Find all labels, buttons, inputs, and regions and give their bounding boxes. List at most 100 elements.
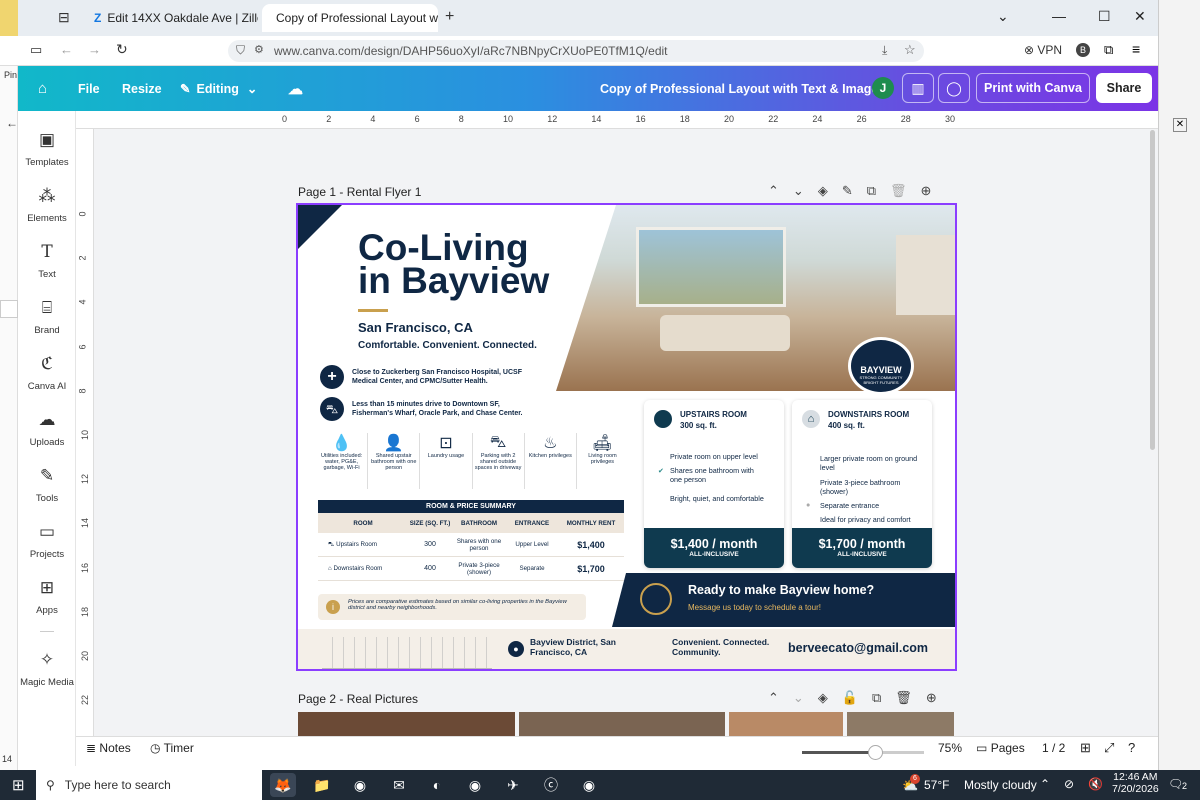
close-icon[interactable]: ✕ [1173, 118, 1187, 132]
rail-text[interactable]: T Text [18, 241, 76, 280]
add-page-icon[interactable]: ⊕ [921, 183, 932, 199]
insights-icon[interactable]: ▥ [902, 73, 934, 103]
amenity-kitchen[interactable]: ♨ Kitchen privileges [525, 433, 577, 489]
chrome-icon[interactable]: ◉ [347, 773, 373, 797]
amenity-utilities[interactable]: 💧 Utilities included: water, PG&E, garbag… [316, 433, 369, 489]
rail-magic-media[interactable]: ✧ Magic Media [18, 649, 76, 688]
amenity-laundry[interactable]: ⊡ Laundry usage [420, 433, 473, 489]
clock[interactable]: 12:46 AM 7/20/2026 [1112, 771, 1159, 795]
rail-brand[interactable]: ⌸ Brand [18, 297, 76, 336]
amenity-living[interactable]: 🛋 Living room privileges [577, 433, 628, 489]
footer-motto[interactable]: Convenient. Connected. Community. [672, 637, 784, 657]
profile-avatar[interactable]: B [1076, 43, 1090, 57]
delete-page-icon[interactable]: 🗑 [890, 183, 907, 199]
hide-page-icon[interactable]: ◈ [818, 690, 828, 706]
firefox-icon[interactable]: 🦊 [270, 773, 296, 797]
rail-uploads[interactable]: ☁ Uploads [18, 409, 76, 448]
cloud-saved-icon[interactable]: ☁ [288, 66, 303, 111]
weather-text[interactable]: Mostly cloudy [964, 778, 1037, 792]
volume-icon[interactable]: 🔇 [1088, 777, 1103, 791]
duplicate-page-icon[interactable]: ⧉ [867, 183, 876, 199]
maps-icon[interactable]: ✈ [500, 773, 526, 797]
rail-tools[interactable]: ✎ Tools [18, 465, 76, 504]
notes-icon[interactable]: ✎ [842, 183, 853, 199]
outlook-icon[interactable]: ✉ [386, 773, 412, 797]
design-page-2[interactable] [298, 712, 954, 736]
editing-mode-button[interactable]: ✎ Editing ⌄ [180, 66, 257, 111]
chevron-down-icon[interactable]: ⌄ [793, 690, 804, 706]
chevron-down-icon[interactable]: ⌄ [793, 183, 804, 199]
forward-icon[interactable]: → [88, 42, 101, 57]
vertical-scrollbar[interactable] [1150, 130, 1155, 450]
upstairs-room-card[interactable]: UPSTAIRS ROOM 300 sq. ft. Private room o… [644, 400, 784, 568]
zoom-value[interactable]: 75% [938, 741, 962, 755]
collaborator-avatar[interactable]: J [872, 77, 894, 99]
rail-apps[interactable]: ⊞ Apps [18, 577, 76, 616]
maximize-icon[interactable]: ☐ [1098, 8, 1111, 25]
print-with-canva-button[interactable]: Print with Canva [976, 73, 1090, 103]
chevron-down-icon[interactable]: ⌄ [997, 8, 1009, 25]
resize-button[interactable]: Resize [122, 66, 162, 111]
canva-app-icon[interactable]: ⓒ [538, 773, 564, 797]
windows-start-icon[interactable]: ⊞ [12, 776, 25, 794]
delete-page-icon[interactable]: 🗑 [895, 690, 912, 706]
amenity-parking[interactable]: ⛍ Parking with 2 shared outside spaces in… [473, 433, 525, 489]
duplicate-page-icon[interactable]: ⧉ [872, 690, 881, 706]
flyer-title[interactable]: Co-Living in Bayview [358, 229, 549, 299]
page-2-label[interactable]: Page 2 - Real Pictures [298, 692, 418, 706]
download-icon[interactable]: ⤓ [882, 43, 887, 58]
feature-downtown[interactable]: Less than 15 minutes drive to Downtown S… [352, 400, 542, 418]
vpn-button[interactable]: ⊗ VPN [1024, 43, 1062, 57]
tab-canva[interactable]: Copy of Professional Layout wit ✕ [262, 4, 438, 32]
menu-icon[interactable]: ≡ [1132, 41, 1140, 57]
downstairs-room-card[interactable]: ⌂ DOWNSTAIRS ROOM 400 sq. ft. Larger pri… [792, 400, 932, 568]
back-icon[interactable]: ← [60, 42, 73, 57]
zoom-slider-thumb[interactable] [868, 745, 884, 760]
file-explorer-icon[interactable]: 📁 [309, 773, 335, 797]
lock-icon[interactable]: 🔓 [842, 690, 858, 706]
tab-zillow[interactable]: Z Edit 14XX Oakdale Ave | Zillow R ✕ [86, 4, 258, 32]
chevron-up-icon[interactable]: ⌃ [768, 690, 779, 706]
page-count[interactable]: 1 / 2 [1042, 741, 1065, 755]
cta-banner[interactable]: Ready to make Bayview home? Message us t… [612, 573, 955, 627]
edge-icon[interactable]: ◐ [424, 773, 450, 797]
footer-location[interactable]: Bayview District, San Francisco, CA [530, 637, 620, 657]
chrome-icon[interactable]: ◉ [462, 773, 488, 797]
comment-icon[interactable]: ◯ [938, 73, 970, 103]
reload-icon[interactable]: ↻ [116, 41, 128, 58]
document-title[interactable]: Copy of Professional Layout with Text & … [600, 66, 885, 111]
add-page-icon[interactable]: ⊕ [926, 690, 937, 706]
star-icon[interactable]: ☆ [904, 42, 916, 58]
minimize-icon[interactable]: — [1052, 8, 1066, 24]
city-text[interactable]: San Francisco, CA [358, 320, 473, 335]
rail-templates[interactable]: ▣ Templates [18, 129, 76, 168]
home-icon[interactable]: ⌂ [38, 66, 47, 111]
share-button[interactable]: Share [1096, 73, 1152, 103]
back-arrow-icon[interactable]: ← [6, 116, 18, 130]
new-tab-icon[interactable]: + [445, 8, 454, 26]
timer-button[interactable]: ◷ Timer [150, 741, 194, 755]
weather-temp[interactable]: 57°F [924, 778, 949, 792]
design-page-1[interactable]: BAYVIEW STRONG COMMUNITY BRIGHT FUTURES … [296, 203, 957, 671]
rail-canva-ai[interactable]: ℭ Canva AI [18, 353, 76, 392]
footer-email[interactable]: berveecato@gmail.com [788, 641, 928, 655]
feature-hospitals[interactable]: Close to Zuckerberg San Francisco Hospit… [352, 368, 542, 386]
grid-view-icon[interactable]: ⊞ [1080, 740, 1091, 756]
file-menu[interactable]: File [78, 66, 100, 111]
close-window-icon[interactable]: ✕ [1134, 8, 1146, 25]
rail-projects[interactable]: ▭ Projects [18, 521, 76, 560]
price-note-box[interactable]: i Prices are comparative estimates based… [318, 594, 586, 620]
fullscreen-icon[interactable]: ⤢ [1104, 740, 1114, 756]
sidebar-icon[interactable]: ▭ [30, 42, 42, 58]
extensions-icon[interactable]: ⧉ [1104, 42, 1113, 58]
notifications-icon[interactable]: 🗨 [1168, 777, 1183, 791]
url-field[interactable]: ⛉ ⚙ www.canva.com/design/DAHP56uoXyI/aRc… [228, 40, 924, 62]
pages-button[interactable]: ▭ Pages [976, 741, 1025, 755]
help-icon[interactable]: ? [1128, 740, 1135, 755]
zoom-slider[interactable] [802, 745, 924, 760]
notes-button[interactable]: ≣ Notes [86, 741, 131, 755]
hide-page-icon[interactable]: ◈ [818, 183, 828, 199]
price-summary-table[interactable]: ROOM & PRICE SUMMARY ROOM SIZE (SQ. FT.)… [318, 500, 624, 581]
site-settings-icon[interactable]: ⚙ [254, 43, 264, 56]
tab-actions-icon[interactable]: ⊟ [58, 9, 70, 26]
